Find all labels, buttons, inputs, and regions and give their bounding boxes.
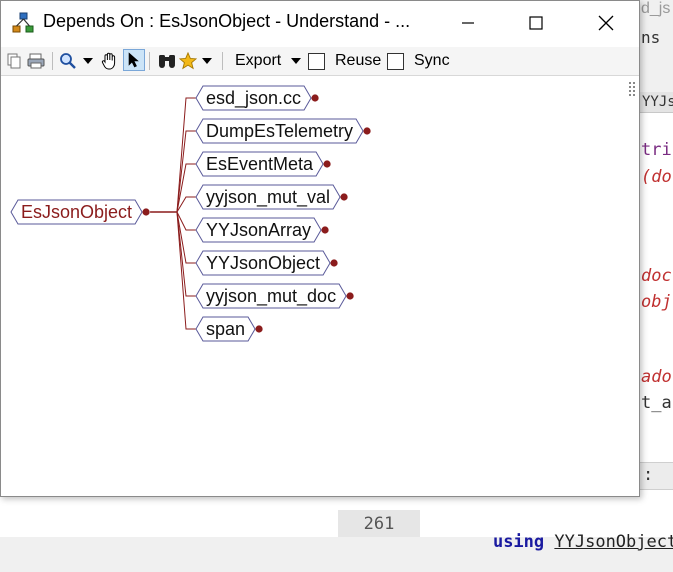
child-node-5-connector-dot [330,259,338,267]
child-node-3[interactable]: yyjson_mut_val [195,184,348,210]
copy-icon [7,53,21,69]
reuse-checkbox[interactable] [308,47,325,75]
child-node-1-connector-dot [363,127,371,135]
favorites-button[interactable] [179,47,197,75]
dependency-graph: EsJsonObject esd_json.cc DumpEsTelemetry Es… [10,85,371,342]
chevron-down-icon [83,58,93,64]
child-node-1[interactable]: DumpEsTelemetry [195,118,371,144]
child-node-4-connector-dot [321,226,329,234]
select-button[interactable] [123,49,145,71]
root-node[interactable]: EsJsonObject [10,199,150,225]
binoculars-icon [159,55,175,68]
zoom-button[interactable] [59,47,77,75]
close-icon [598,15,614,31]
child-node-3-label: yyjson_mut_val [206,187,330,208]
background-code-using-line: using YYJsonObject [452,512,673,572]
background-code-line: doc [641,266,672,286]
maximize-icon [529,16,543,30]
background-code-line: ado [641,367,672,387]
root-node-label: EsJsonObject [21,202,132,222]
child-node-6-connector-dot [346,292,354,300]
child-node-7[interactable]: span [195,316,263,342]
resize-grip-icon[interactable] [629,82,635,96]
child-node-7-connector-dot [255,325,263,333]
maximize-button[interactable] [513,1,559,45]
print-icon [27,53,45,69]
background-separator-text: : [643,465,654,485]
select-arrow-icon [128,52,139,68]
background-code-line: tri [641,140,672,160]
graph-toolbar: Export Reuse Sync [1,47,639,76]
child-node-0[interactable]: esd_json.cc [195,85,319,111]
export-label: Export [235,52,282,69]
background-code-line: (do [641,167,672,187]
child-node-6-label: yyjson_mut_doc [206,286,336,307]
child-node-2-connector-dot [323,160,331,168]
child-node-5[interactable]: YYJsonObject [195,250,338,276]
sync-label: Sync [414,52,450,69]
find-button[interactable] [157,47,177,75]
toolbar-separator [52,52,53,70]
reuse-checkbox-box[interactable] [308,52,325,70]
child-node-5-label: YYJsonObject [206,253,320,273]
reuse-label: Reuse [335,52,382,69]
reuse-label-wrap: Reuse [335,47,381,75]
background-file-tab-label: YYJs [642,94,673,110]
toolbar-separator [222,52,223,70]
pan-button[interactable] [100,47,120,75]
chevron-down-icon [202,58,212,64]
sync-checkbox-box[interactable] [387,52,404,70]
background-menu-text: ns [641,28,661,47]
minimize-button[interactable] [445,1,491,45]
background-code-line: t_a [641,393,672,413]
minimize-icon [462,22,474,24]
code-keyword: using [492,532,545,552]
child-node-0-label: esd_json.cc [206,88,301,109]
copy-button[interactable] [7,47,21,75]
code-identifier[interactable]: YYJsonObject [554,532,673,552]
star-icon [179,52,197,70]
background-code-line: obj [641,292,672,312]
child-node-7-label: span [206,319,245,339]
sync-checkbox[interactable] [387,47,404,75]
export-menu-button[interactable]: Export [235,47,281,75]
close-button[interactable] [583,1,629,45]
toolbar-separator [149,52,150,70]
child-node-2-label: EsEventMeta [206,154,314,174]
print-button[interactable] [27,47,45,75]
child-node-0-connector-dot [311,94,319,102]
root-node-connector-dot [142,208,150,216]
pan-hand-icon [101,52,116,70]
graph-app-icon [12,12,34,33]
depends-on-window: Depends On : EsJsonObject - Understand -… [0,0,640,497]
favorites-dropdown[interactable] [202,47,212,75]
background-tab-text: d_js [641,0,671,17]
zoom-icon [60,53,76,69]
window-title: Depends On : EsJsonObject - Understand -… [43,11,411,31]
child-node-3-connector-dot [340,193,348,201]
sync-label-wrap: Sync [414,47,450,75]
child-node-2[interactable]: EsEventMeta [195,151,331,177]
zoom-dropdown[interactable] [83,47,93,75]
child-node-1-label: DumpEsTelemetry [206,121,353,141]
graph-edges [150,97,196,330]
child-node-4-label: YYJsonArray [206,220,311,240]
export-dropdown[interactable] [291,47,301,75]
title-bar[interactable]: Depends On : EsJsonObject - Understand -… [1,1,639,45]
child-node-6[interactable]: yyjson_mut_doc [195,283,354,309]
chevron-down-icon [291,58,301,64]
background-line-number: 261 [338,510,420,537]
dependency-graph-canvas[interactable]: EsJsonObject esd_json.cc DumpEsTelemetry Es… [1,76,639,496]
child-node-4[interactable]: YYJsonArray [195,217,329,243]
